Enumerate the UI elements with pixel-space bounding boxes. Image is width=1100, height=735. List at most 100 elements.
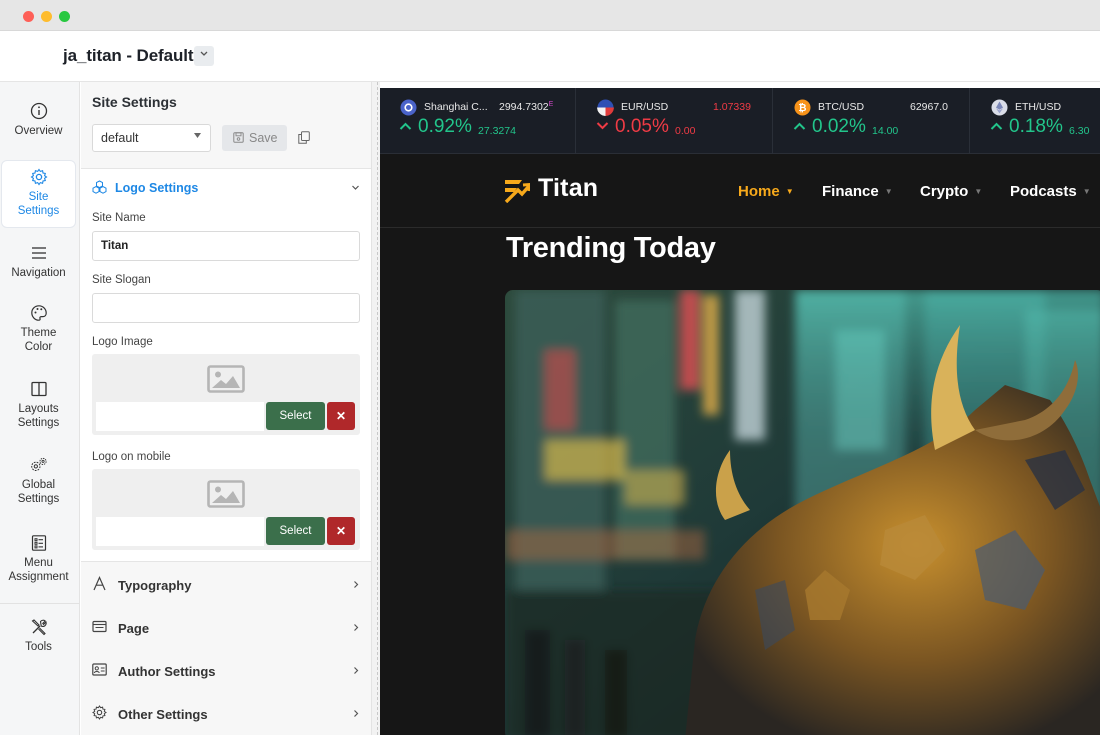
palette-icon: [30, 305, 47, 321]
logo-image-label: Logo Image: [92, 336, 153, 348]
logo-settings-section: Logo Settings Site Name Titan Site Sloga…: [81, 168, 371, 562]
section-other-settings[interactable]: Other Settings: [81, 692, 371, 735]
arrow-up-icon: [399, 122, 412, 130]
maximize-window-button[interactable]: [59, 11, 70, 22]
font-icon: [93, 576, 106, 591]
svg-text:₿: ₿: [798, 102, 806, 114]
chevron-right-icon: [354, 624, 359, 631]
site-slogan-input[interactable]: [92, 293, 360, 323]
menu-item-finance[interactable]: Finance ▼: [822, 183, 893, 200]
menu-item-crypto[interactable]: Crypto ▼: [920, 183, 982, 200]
section-page[interactable]: Page: [81, 606, 371, 649]
close-icon: ✕: [335, 409, 347, 423]
nav-item-tools[interactable]: Tools: [1, 618, 76, 654]
section-label: Other Settings: [118, 707, 208, 722]
id-card-icon: [92, 663, 107, 676]
ticker-item[interactable]: Shanghai C... 2994.7302E 0.92% 27.3274: [380, 88, 576, 154]
copy-icon[interactable]: [298, 131, 310, 144]
settings-panel: Site Settings default Save Logo Settings…: [81, 82, 372, 735]
page-icon: [92, 620, 107, 633]
chevron-right-icon: [354, 667, 359, 674]
caret-down-icon: ▼: [974, 187, 983, 196]
logo-image-clear-button[interactable]: ✕: [327, 402, 355, 430]
site-brand[interactable]: Titan: [538, 174, 598, 203]
ticker-name: BTC/USD: [818, 101, 865, 113]
titan-logo-icon: [504, 180, 530, 203]
ticker-item[interactable]: EUR/USD 1.07339 0.05% 0.00: [577, 88, 773, 154]
section-label: Author Settings: [118, 664, 216, 679]
hero-image[interactable]: [505, 290, 1100, 735]
section-typography[interactable]: Typography: [81, 563, 371, 606]
arrow-up-icon: [793, 122, 806, 130]
logo-mobile-select-button[interactable]: Select: [266, 517, 325, 545]
nav-item-overview[interactable]: Overview: [1, 102, 76, 138]
ticker-price: 62967.0: [910, 101, 948, 113]
image-placeholder-icon: [207, 365, 245, 393]
nav-item-theme-color[interactable]: Theme Color: [1, 304, 76, 354]
ticker-change: 6.30: [1069, 125, 1090, 137]
caret-down-icon: [194, 133, 201, 138]
ticker-price: 2994.7302: [499, 101, 549, 113]
section-author-settings[interactable]: Author Settings: [81, 649, 371, 692]
layout-icon: [30, 381, 47, 397]
preview-frame-border: [377, 82, 378, 735]
site-navbar: Titan Home ▼ Finance ▼ Crypto ▼ Podcasts ▼: [380, 154, 1100, 228]
ethereum-icon: [991, 99, 1008, 116]
logo-mobile-picker: Select ✕: [92, 469, 360, 550]
save-icon: [233, 132, 244, 143]
ticker-name: EUR/USD: [621, 101, 669, 113]
nav-divider: [0, 603, 80, 604]
section-label: Page: [118, 621, 150, 636]
nav-item-navigation[interactable]: Navigation: [1, 244, 76, 280]
logo-mobile-clear-button[interactable]: ✕: [327, 517, 355, 545]
ticker-item[interactable]: ₿ BTC/USD 62967.0 0.02% 14.00: [774, 88, 970, 154]
ticker-percent: 0.92%: [418, 116, 472, 137]
chevron-right-icon: [354, 581, 359, 588]
ticker-item[interactable]: ETH/USD 0.18% 6.30: [971, 88, 1100, 154]
save-button[interactable]: Save: [222, 125, 287, 151]
site-name-input[interactable]: Titan: [92, 231, 360, 261]
app-header: ja_titan - Default: [0, 31, 1100, 82]
gear-icon: [92, 705, 107, 720]
arrow-down-icon: [596, 122, 609, 130]
site-name-label: Site Name: [92, 212, 146, 224]
tools-icon: [31, 619, 47, 636]
close-window-button[interactable]: [23, 11, 34, 22]
style-select-value: default: [101, 131, 139, 145]
nav-label: Site Settings: [17, 191, 60, 217]
style-select[interactable]: default: [92, 124, 211, 152]
cubes-icon: [92, 180, 107, 194]
nav-item-layouts-settings[interactable]: Layouts Settings: [1, 380, 76, 430]
ticker-change: 0.00: [675, 125, 696, 137]
menu-item-podcasts[interactable]: Podcasts ▼: [1010, 183, 1091, 200]
menu-item-home[interactable]: Home ▼: [738, 183, 794, 200]
logo-mobile-label: Logo on mobile: [92, 451, 171, 463]
site-preview: Shanghai C... 2994.7302E 0.92% 27.3274 E…: [380, 88, 1100, 735]
caret-down-icon: ▼: [1082, 187, 1091, 196]
minimize-window-button[interactable]: [41, 11, 52, 22]
logo-settings-header[interactable]: Logo Settings: [92, 180, 198, 196]
chevron-down-icon[interactable]: [351, 183, 360, 192]
gears-icon: [30, 457, 47, 471]
template-dropdown-button[interactable]: [194, 46, 214, 66]
caret-down-icon: ▼: [785, 187, 794, 196]
panel-title: Site Settings: [92, 94, 177, 110]
ticker-percent: 0.05%: [615, 116, 669, 137]
ticker-price-marker: E: [548, 101, 554, 108]
logo-mobile-path-field[interactable]: [96, 517, 264, 546]
chevron-right-icon: [354, 710, 359, 717]
nav-label: Layouts Settings: [17, 403, 60, 429]
logo-image-path-field[interactable]: [96, 402, 264, 431]
ticker-change: 14.00: [872, 125, 899, 137]
template-title: ja_titan - Default: [63, 46, 194, 65]
chevron-down-icon: [200, 51, 208, 56]
nav-item-site-settings[interactable]: Site Settings: [1, 160, 76, 228]
panel-gutter: [372, 82, 380, 735]
left-navigation: Overview Site Settings Navigation Theme …: [0, 82, 80, 735]
bitcoin-icon: ₿: [794, 99, 811, 116]
logo-image-select-button[interactable]: Select: [266, 402, 325, 430]
info-icon: [30, 102, 47, 120]
nav-item-global-settings[interactable]: Global Settings: [1, 456, 76, 506]
market-ticker: Shanghai C... 2994.7302E 0.92% 27.3274 E…: [380, 88, 1100, 154]
nav-item-menu-assignment[interactable]: Menu Assignment: [1, 534, 76, 584]
